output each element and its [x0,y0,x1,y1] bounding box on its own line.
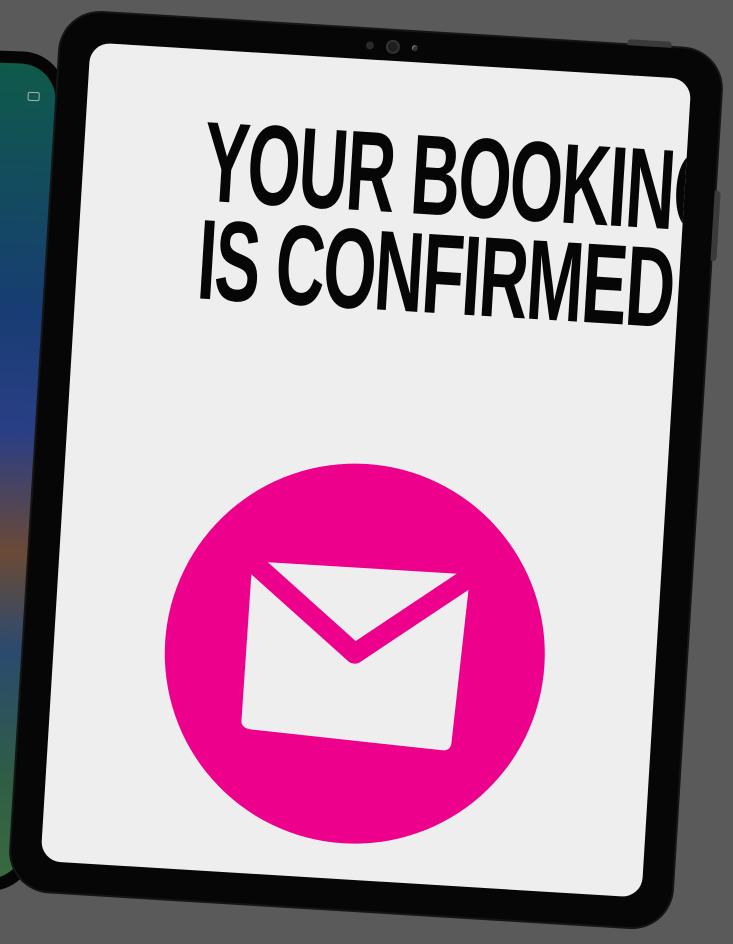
tablet-screen: YOUR BOOKING IS CONFIRMED [40,42,692,898]
sensor-dot [365,41,375,50]
headline-line-2: IS CONFIRMED [194,196,678,353]
camera-lens-icon [385,39,401,55]
tablet-top-button [627,39,672,48]
flash-dot [411,45,419,52]
confirmation-headline: YOUR BOOKING IS CONFIRMED [75,99,691,353]
battery-icon [27,91,40,102]
tablet-device: YOUR BOOKING IS CONFIRMED [8,10,724,930]
mail-badge [153,452,557,855]
envelope-icon [241,553,478,751]
front-camera [365,38,419,55]
tablet-side-button [710,190,721,262]
